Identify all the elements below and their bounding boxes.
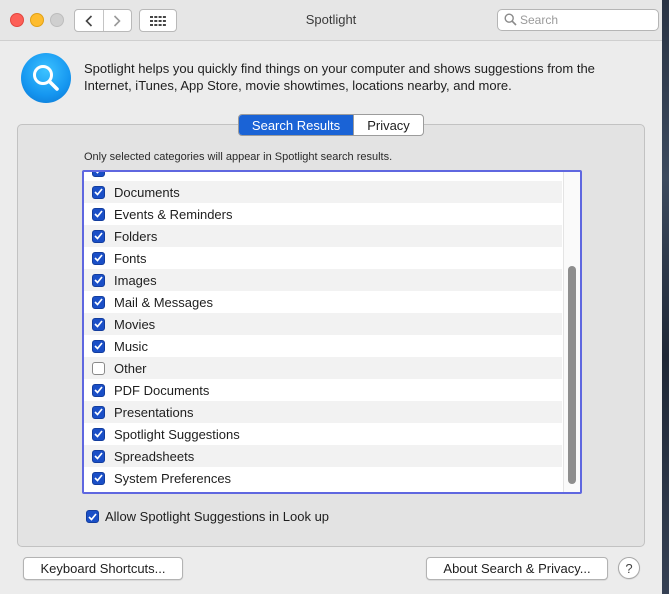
allow-lookup-label: Allow Spotlight Suggestions in Look up [105, 509, 330, 524]
checkmark-icon [94, 254, 103, 262]
tab-search-results[interactable]: Search Results [239, 115, 353, 135]
category-label: Other [114, 360, 147, 376]
category-checkbox[interactable] [92, 185, 105, 199]
checkmark-icon [94, 188, 103, 196]
help-button[interactable]: ? [618, 557, 640, 579]
list-item[interactable] [84, 172, 562, 181]
categories-list[interactable]: Documents Events & Reminders Folders Fonts I… [82, 170, 582, 494]
category-checkbox[interactable] [92, 295, 105, 309]
checkmark-icon [94, 430, 103, 438]
checkmark-icon [88, 512, 97, 521]
search-field[interactable]: Search [497, 9, 659, 31]
allow-lookup-option[interactable]: Allow Spotlight Suggestions in Look up [86, 509, 329, 524]
category-label: Presentations [114, 404, 194, 420]
category-label: Spotlight Suggestions [114, 426, 240, 442]
category-checkbox[interactable] [92, 207, 105, 221]
category-checkbox[interactable] [92, 471, 105, 485]
checkmark-icon [94, 342, 103, 350]
category-checkbox[interactable] [92, 317, 105, 331]
category-checkbox[interactable] [92, 172, 105, 177]
category-label: Mail & Messages [114, 294, 213, 310]
category-checkbox[interactable] [92, 449, 105, 463]
category-label: PDF Documents [114, 382, 210, 398]
category-checkbox[interactable] [92, 273, 105, 287]
category-label: Music [114, 338, 148, 354]
desktop-edge [662, 0, 669, 594]
list-item[interactable]: Other [84, 357, 562, 379]
allow-lookup-checkbox[interactable] [86, 510, 99, 523]
list-item[interactable]: Mail & Messages [84, 291, 562, 313]
checkmark-icon [94, 408, 103, 416]
titlebar: Spotlight Search [0, 0, 662, 41]
category-checkbox[interactable] [92, 251, 105, 265]
list-item[interactable]: Images [84, 269, 562, 291]
category-label: Events & Reminders [114, 206, 233, 222]
category-checkbox[interactable] [92, 361, 105, 375]
list-item[interactable]: Movies [84, 313, 562, 335]
category-checkbox[interactable] [92, 339, 105, 353]
scrollbar-thumb[interactable] [568, 266, 576, 484]
list-item[interactable]: Events & Reminders [84, 203, 562, 225]
list-item[interactable]: Music [84, 335, 562, 357]
tab-control: Search Results Privacy [238, 114, 424, 136]
list-item[interactable]: Fonts [84, 247, 562, 269]
category-label: Spreadsheets [114, 448, 195, 464]
intro-description: Spotlight helps you quickly find things … [84, 61, 595, 93]
category-label: Movies [114, 316, 156, 332]
checkmark-icon [94, 298, 103, 306]
checkmark-icon [94, 276, 103, 284]
spotlight-magnifier-icon [21, 53, 71, 103]
category-label: Images [114, 272, 157, 288]
list-item[interactable]: Spotlight Suggestions [84, 423, 562, 445]
about-search-privacy-button[interactable]: About Search & Privacy... [426, 557, 608, 580]
list-item[interactable]: Presentations [84, 401, 562, 423]
category-checkbox[interactable] [92, 383, 105, 397]
categories-note: Only selected categories will appear in … [84, 151, 393, 163]
category-checkbox[interactable] [92, 427, 105, 441]
checkmark-icon [94, 320, 103, 328]
category-label: Fonts [114, 250, 147, 266]
category-label: System Preferences [114, 470, 232, 486]
checkmark-icon [94, 210, 103, 218]
list-item[interactable]: Spreadsheets [84, 445, 562, 467]
search-placeholder: Search [520, 13, 559, 27]
keyboard-shortcuts-button[interactable]: Keyboard Shortcuts... [23, 557, 183, 580]
tab-privacy[interactable]: Privacy [353, 115, 423, 135]
category-checkbox[interactable] [92, 229, 105, 243]
checkmark-icon [94, 474, 103, 482]
checkmark-icon [94, 452, 103, 460]
search-icon [504, 13, 517, 26]
category-label: Documents [114, 184, 180, 200]
checkmark-icon [95, 172, 100, 174]
list-item[interactable]: Folders [84, 225, 562, 247]
list-item[interactable]: Documents [84, 181, 562, 203]
checkmark-icon [94, 232, 103, 240]
scrollbar[interactable] [563, 172, 580, 492]
list-item[interactable]: System Preferences [84, 467, 562, 489]
checkmark-icon [94, 386, 103, 394]
list-item[interactable]: PDF Documents [84, 379, 562, 401]
category-label: Folders [114, 228, 158, 244]
category-checkbox[interactable] [92, 405, 105, 419]
categories-rows: Documents Events & Reminders Folders Fonts I… [84, 172, 562, 489]
